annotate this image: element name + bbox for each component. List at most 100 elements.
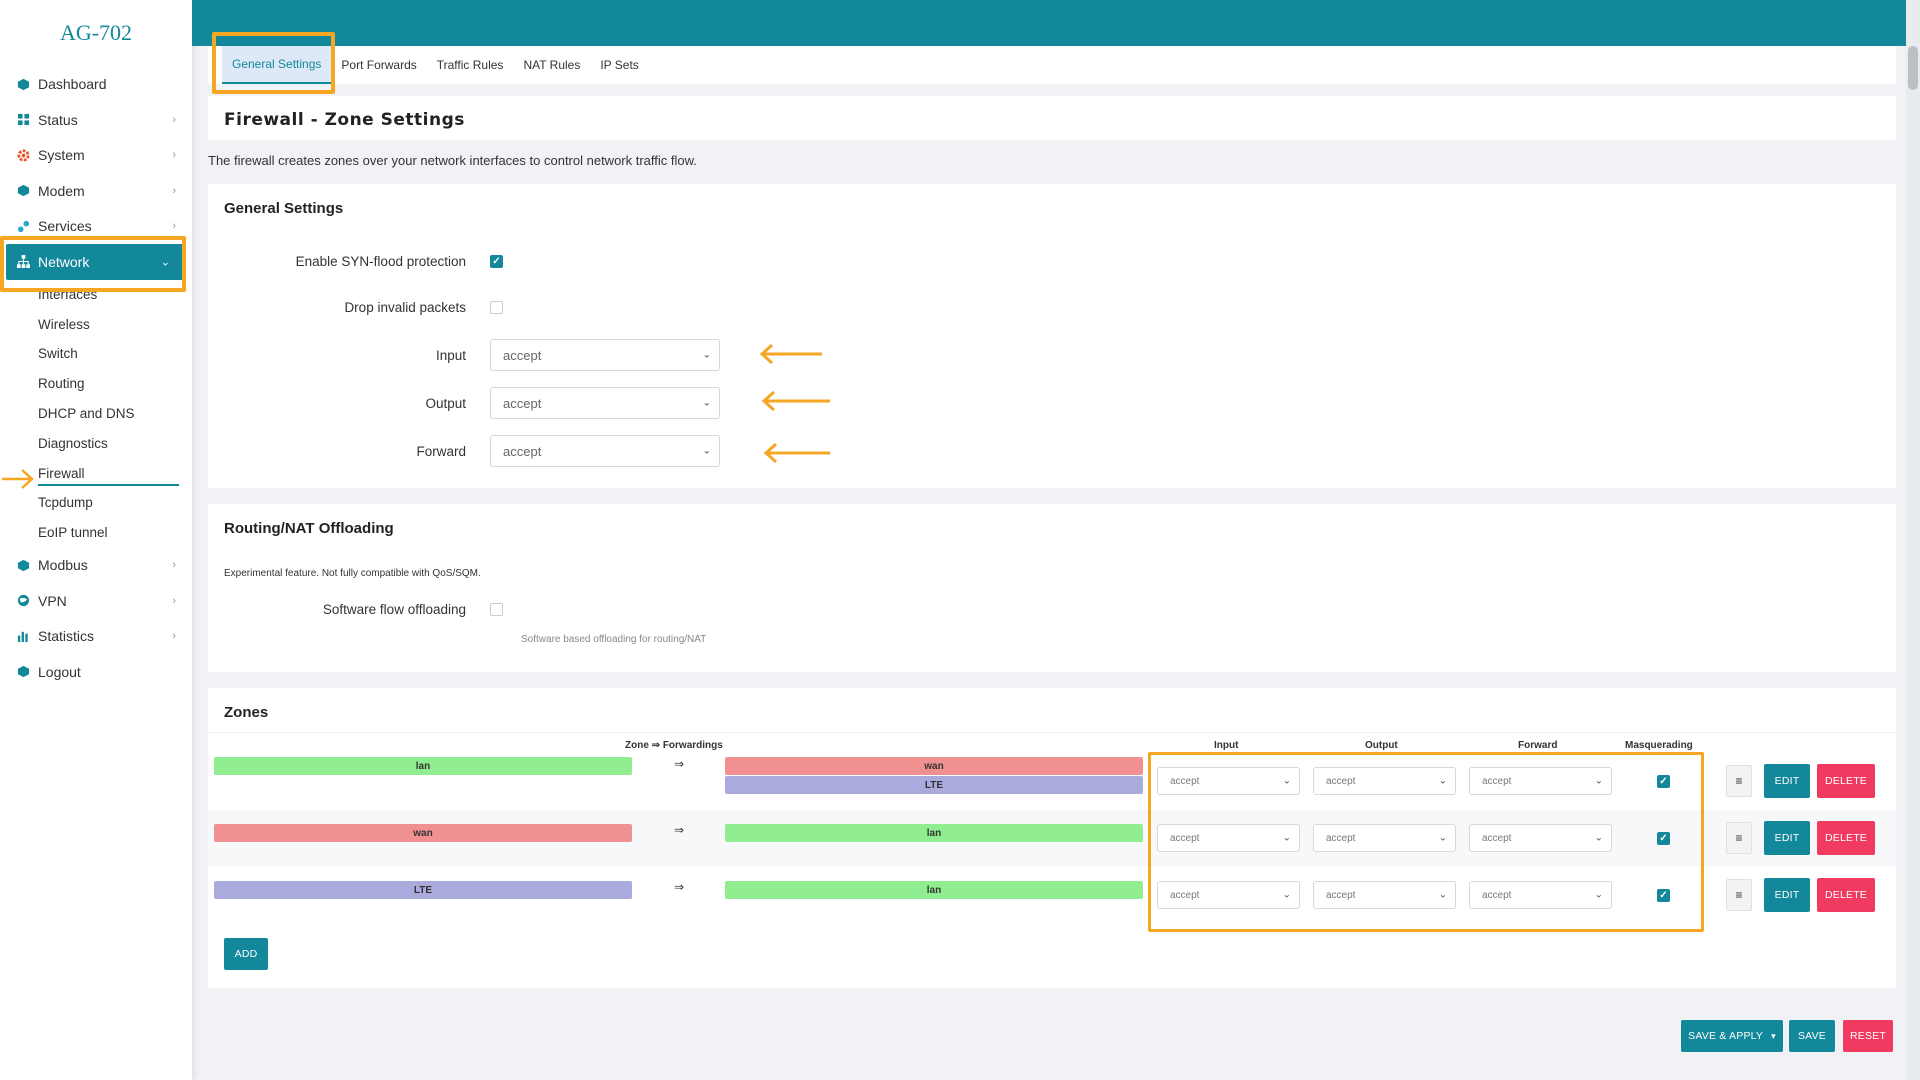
sidebar-item-label: Statistics xyxy=(38,628,95,645)
forward-arrow: ⇒ xyxy=(674,757,685,771)
add-zone-button[interactable]: ADD xyxy=(224,938,268,970)
sidebar-item-label: Dashboard xyxy=(38,76,107,92)
masquerading-checkbox[interactable] xyxy=(1657,889,1670,902)
zone-forward-select[interactable]: accept ⌄ xyxy=(1469,881,1612,909)
sidebar-subitem-dhcp-dns[interactable]: DHCP and DNS xyxy=(0,399,192,429)
edit-button[interactable]: EDIT xyxy=(1764,821,1810,855)
syn-flood-label: Enable SYN-flood protection xyxy=(295,254,466,269)
sidebar-subitem-eoip[interactable]: EoIP tunnel xyxy=(0,518,192,548)
col-header-masquerading: Masquerading xyxy=(1625,740,1693,751)
cube-icon xyxy=(16,184,30,198)
sidebar-item-label: Services xyxy=(38,218,92,235)
delete-button[interactable]: DELETE xyxy=(1817,878,1875,912)
general-settings-card: General Settings Enable SYN-flood protec… xyxy=(208,184,1896,488)
masquerading-checkbox[interactable] xyxy=(1657,832,1670,845)
output-label: Output xyxy=(425,395,466,411)
zone-input-select[interactable]: accept ⌄ xyxy=(1157,767,1300,795)
chevron-down-icon: ⌄ xyxy=(1594,832,1603,844)
chevron-down-icon: ⌄ xyxy=(1282,832,1291,844)
sidebar-subitem-interfaces[interactable]: Interfaces xyxy=(0,280,192,310)
zone-forward-select[interactable]: accept ⌄ xyxy=(1469,767,1612,795)
table-row: wan ⇒ lan accept ⌄ accept ⌄ accept ⌄ ≡ EDIT… xyxy=(208,810,1896,866)
chevron-right-icon: › xyxy=(172,594,176,607)
drop-invalid-checkbox[interactable] xyxy=(490,301,503,314)
tab-bar: General Settings Port Forwards Traffic R… xyxy=(208,46,1896,84)
sidebar-subitem-wireless[interactable]: Wireless xyxy=(0,309,192,339)
delete-button[interactable]: DELETE xyxy=(1817,764,1875,798)
sidebar-subitem-diagnostics[interactable]: Diagnostics xyxy=(0,428,192,458)
sidebar-item-services[interactable]: Services › xyxy=(0,209,192,245)
zone-forward-select[interactable]: accept ⌄ xyxy=(1469,824,1612,852)
select-value: accept xyxy=(1326,832,1356,844)
output-policy-select[interactable]: accept ⌄ xyxy=(490,387,720,419)
scrollbar[interactable] xyxy=(1906,0,1920,1080)
table-row: lan ⇒ wan LTE accept⌄ accept⌄ accept⌄ ≡ … xyxy=(208,753,1896,809)
reset-button[interactable]: RESET xyxy=(1843,1020,1893,1052)
sidebar-item-dashboard[interactable]: Dashboard xyxy=(0,66,192,102)
sidebar-subitem-switch[interactable]: Switch xyxy=(0,339,192,369)
sidebar-item-modbus[interactable]: Modbus › xyxy=(0,548,192,584)
scrollbar-thumb[interactable] xyxy=(1908,46,1918,90)
sw-offload-checkbox[interactable] xyxy=(490,603,503,616)
tab-port-forwards[interactable]: Port Forwards xyxy=(331,46,426,84)
network-submenu: Interfaces Wireless Switch Routing DHCP … xyxy=(0,280,192,548)
gear-icon xyxy=(16,148,30,162)
sidebar-subitem-routing[interactable]: Routing xyxy=(0,369,192,399)
sidebar-item-statistics[interactable]: Statistics › xyxy=(0,619,192,655)
forward-policy-select[interactable]: accept ⌄ xyxy=(490,435,720,467)
delete-button[interactable]: DELETE xyxy=(1817,821,1875,855)
chevron-down-icon: ⌄ xyxy=(702,397,711,409)
chevron-right-icon: › xyxy=(172,559,176,572)
sw-offload-row: Software flow offloading xyxy=(208,602,503,617)
edit-button[interactable]: EDIT xyxy=(1764,764,1810,798)
syn-flood-checkbox[interactable] xyxy=(490,255,503,268)
sidebar-item-modem[interactable]: Modem › xyxy=(0,173,192,209)
chevron-right-icon: › xyxy=(172,220,176,233)
zone-output-select[interactable]: accept ⌄ xyxy=(1313,881,1456,909)
tab-general-settings[interactable]: General Settings xyxy=(222,46,332,84)
drag-handle-icon[interactable]: ≡ xyxy=(1726,765,1752,797)
col-header-output: Output xyxy=(1365,740,1398,751)
tab-nat-rules[interactable]: NAT Rules xyxy=(513,46,590,84)
section-title: Zones xyxy=(224,704,269,721)
sidebar-item-network[interactable]: Network ⌄ xyxy=(6,244,186,280)
zone-input-select[interactable]: accept ⌄ xyxy=(1157,881,1300,909)
zone-input-select[interactable]: accept ⌄ xyxy=(1157,824,1300,852)
drag-handle-icon[interactable]: ≡ xyxy=(1726,879,1752,911)
globe-icon xyxy=(16,594,30,608)
brand-logo: AG-702 xyxy=(59,20,133,45)
chevron-down-icon: ⌄ xyxy=(1594,889,1603,901)
sidebar-subitem-tcpdump[interactable]: Tcpdump xyxy=(0,488,192,518)
tab-ip-sets[interactable]: IP Sets xyxy=(590,46,648,84)
save-button[interactable]: SAVE xyxy=(1789,1020,1835,1052)
forward-label: Forward xyxy=(416,443,466,459)
sidebar-item-logout[interactable]: Logout xyxy=(0,654,192,690)
sidebar-item-vpn[interactable]: VPN › xyxy=(0,583,192,619)
select-value: accept xyxy=(1482,889,1512,901)
select-value: accept xyxy=(503,395,542,411)
drop-invalid-row: Drop invalid packets xyxy=(208,300,503,315)
masquerading-checkbox[interactable] xyxy=(1657,775,1670,788)
input-policy-row: Input accept ⌄ xyxy=(208,339,720,371)
chevron-down-icon: ⌄ xyxy=(1438,889,1447,901)
drag-handle-icon[interactable]: ≡ xyxy=(1726,822,1752,854)
sidebar-item-label: VPN xyxy=(38,592,67,609)
sidebar-item-status[interactable]: Status › xyxy=(0,102,192,138)
puzzle-icon xyxy=(16,219,30,233)
select-value: accept xyxy=(1170,832,1200,844)
chevron-right-icon: › xyxy=(172,630,176,643)
select-value: accept xyxy=(1326,775,1356,787)
tab-traffic-rules[interactable]: Traffic Rules xyxy=(427,46,514,84)
edit-button[interactable]: EDIT xyxy=(1764,878,1810,912)
save-apply-button[interactable]: SAVE & APPLY ▾ xyxy=(1681,1020,1783,1052)
forward-arrow: ⇒ xyxy=(674,823,685,837)
chevron-down-icon: ⌄ xyxy=(1282,889,1291,901)
chevron-right-icon: › xyxy=(172,113,176,126)
zone-output-select[interactable]: accept ⌄ xyxy=(1313,767,1456,795)
select-value: accept xyxy=(1482,775,1512,787)
sidebar-subitem-firewall[interactable]: Firewall xyxy=(0,458,192,488)
sidebar-item-system[interactable]: System › xyxy=(0,138,192,174)
forward-wan-bar: wan xyxy=(725,757,1143,775)
zone-output-select[interactable]: accept ⌄ xyxy=(1313,824,1456,852)
input-policy-select[interactable]: accept ⌄ xyxy=(490,339,720,371)
